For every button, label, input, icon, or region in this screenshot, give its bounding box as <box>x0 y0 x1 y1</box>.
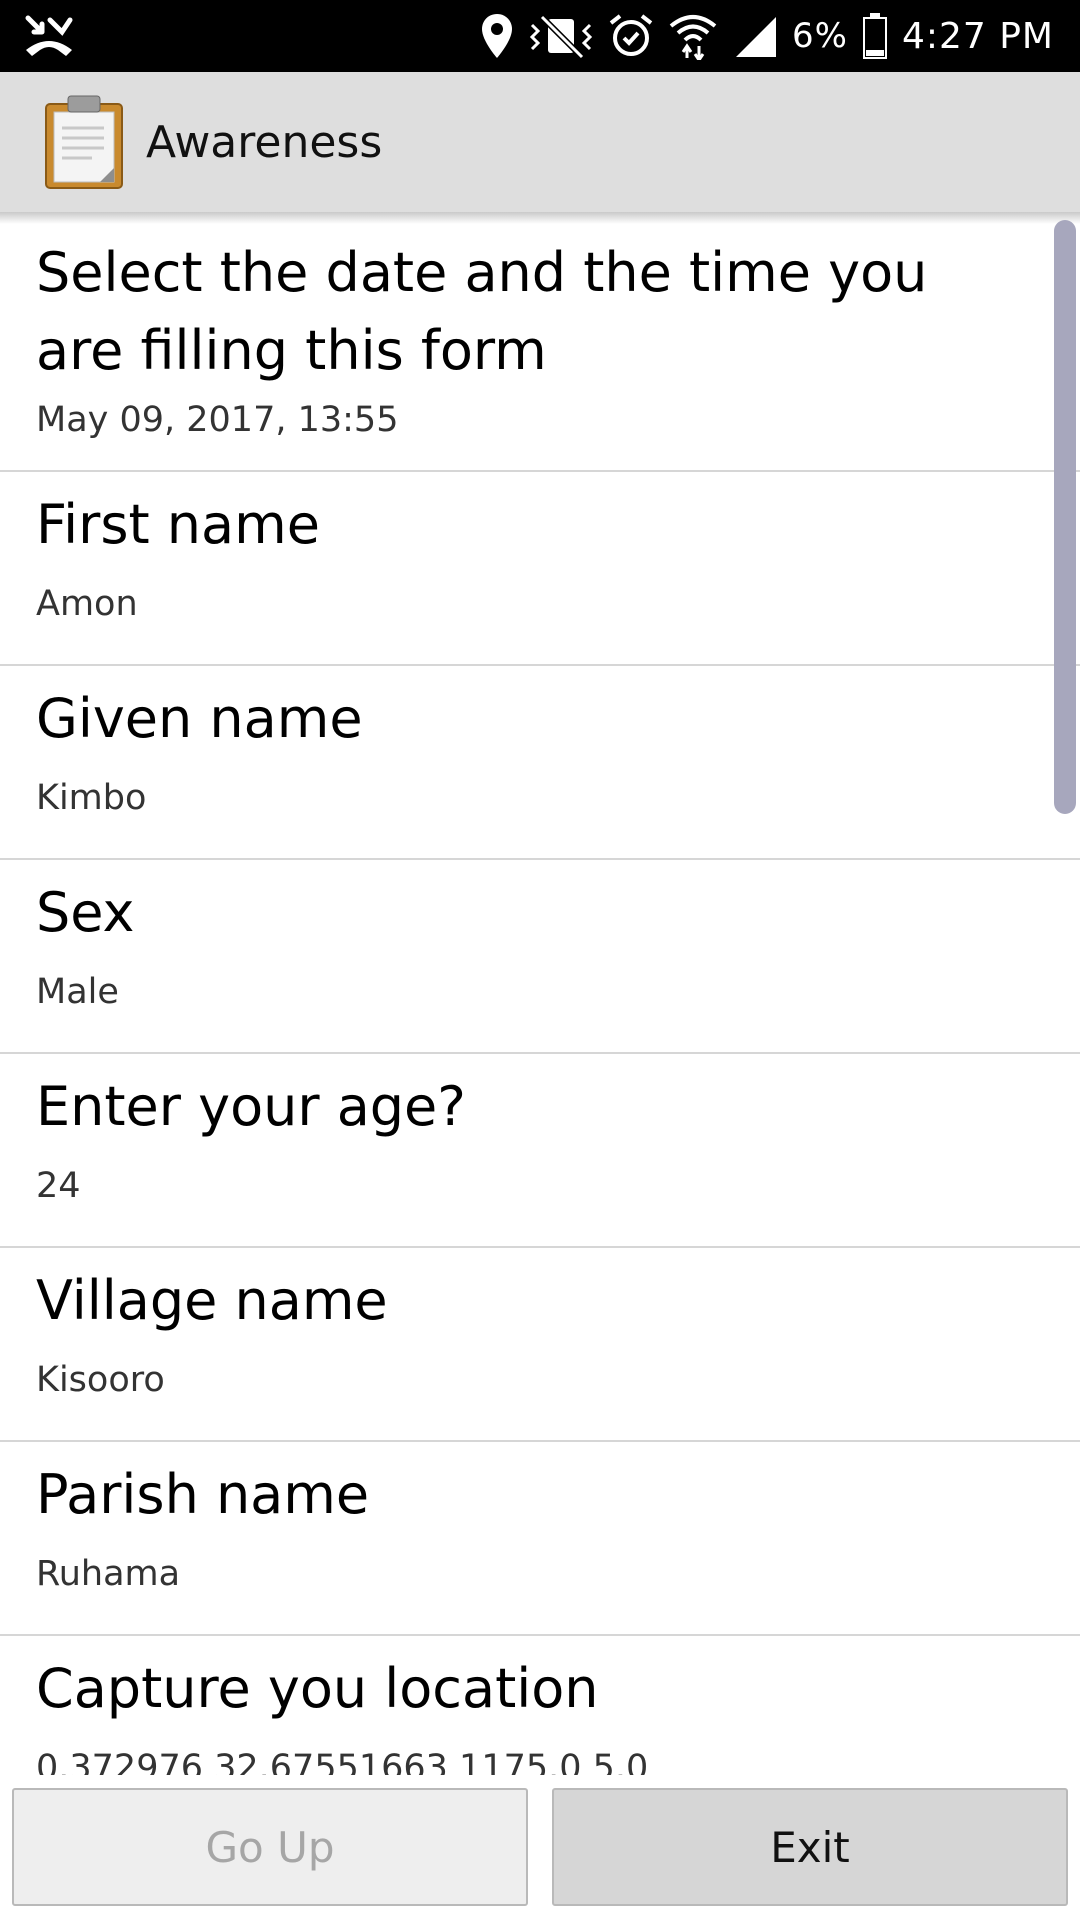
battery-percent: 6% <box>791 16 848 56</box>
app-title: Awareness <box>146 116 383 168</box>
item-answer: Kimbo <box>36 778 147 818</box>
item-answer: Kisooro <box>36 1360 165 1400</box>
battery-icon <box>862 13 887 59</box>
vibrate-icon <box>529 14 593 59</box>
form-hierarchy-list[interactable]: Select the date and the time you are fil… <box>0 212 1080 1775</box>
status-bar: 6% 4:27 PM <box>0 0 1080 72</box>
go-up-button[interactable]: Go Up <box>12 1788 528 1906</box>
bottom-button-bar: Go Up Exit <box>0 1775 1080 1920</box>
list-item-first-name[interactable]: First name Amon <box>0 472 1080 666</box>
title-bar: Awareness <box>0 72 1080 212</box>
item-answer: 0.372976 32.67551663 1175.0 5.0 <box>36 1748 649 1775</box>
item-answer: Amon <box>36 584 138 624</box>
wifi-icon <box>669 15 717 60</box>
item-answer: Ruhama <box>36 1554 181 1594</box>
list-item-parish-name[interactable]: Parish name Ruhama <box>0 1442 1080 1636</box>
clipboard-icon <box>45 95 123 189</box>
status-icons: 6% 4:27 PM <box>480 0 1054 72</box>
item-question: Village name <box>36 1269 388 1332</box>
title-bar-shadow <box>0 212 1080 224</box>
item-answer: Male <box>36 972 119 1012</box>
item-question: Select the date and the time you are fil… <box>36 241 928 382</box>
item-question: Parish name <box>36 1463 370 1526</box>
item-question: First name <box>36 493 320 556</box>
alarm-icon <box>609 14 653 56</box>
list-item-age[interactable]: Enter your age? 24 <box>0 1054 1080 1248</box>
list-item-location[interactable]: Capture you location 0.372976 32.6755166… <box>0 1636 1080 1775</box>
clock: 4:27 PM <box>901 15 1054 57</box>
list-item-sex[interactable]: Sex Male <box>0 860 1080 1054</box>
missed-call-icon <box>25 15 73 56</box>
list-item-village-name[interactable]: Village name Kisooro <box>0 1248 1080 1442</box>
signal-icon <box>735 17 776 57</box>
item-question: Enter your age? <box>36 1075 466 1138</box>
item-question: Capture you location <box>36 1657 599 1720</box>
scrollbar[interactable] <box>1054 220 1076 814</box>
item-question: Sex <box>36 881 135 944</box>
list-item-given-name[interactable]: Given name Kimbo <box>0 666 1080 860</box>
location-icon <box>481 14 512 58</box>
item-answer: 24 <box>36 1166 81 1206</box>
list-item-date-time[interactable]: Select the date and the time you are fil… <box>0 212 1080 472</box>
exit-button[interactable]: Exit <box>552 1788 1068 1906</box>
item-question: Given name <box>36 687 363 750</box>
item-answer: May 09, 2017, 13:55 <box>36 400 399 440</box>
